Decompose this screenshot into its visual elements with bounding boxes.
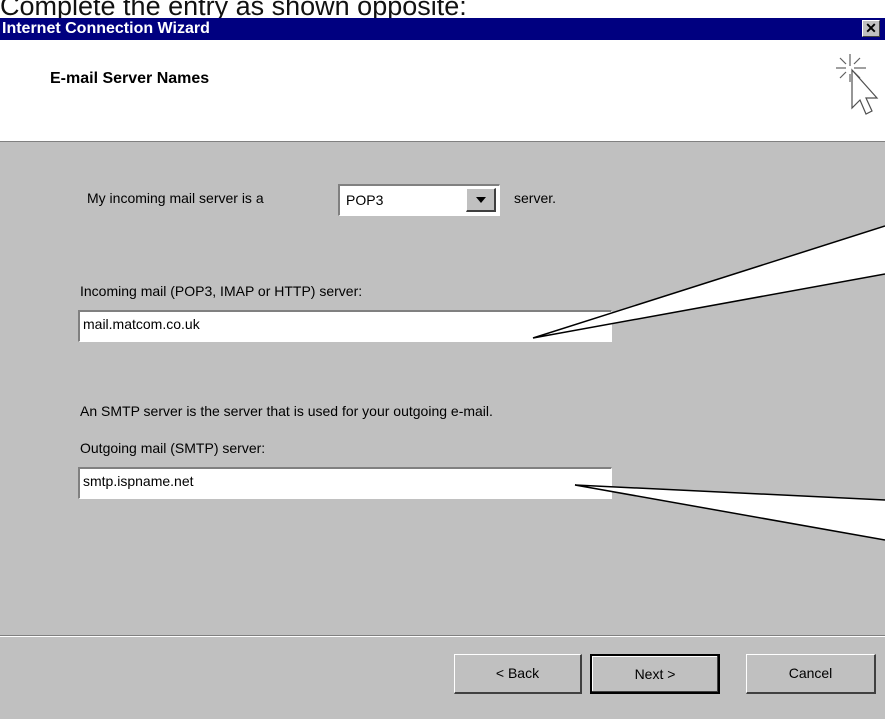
incoming-callout: [532, 225, 885, 339]
callout-pointers: [532, 225, 885, 541]
outgoing-callout: [574, 484, 885, 541]
